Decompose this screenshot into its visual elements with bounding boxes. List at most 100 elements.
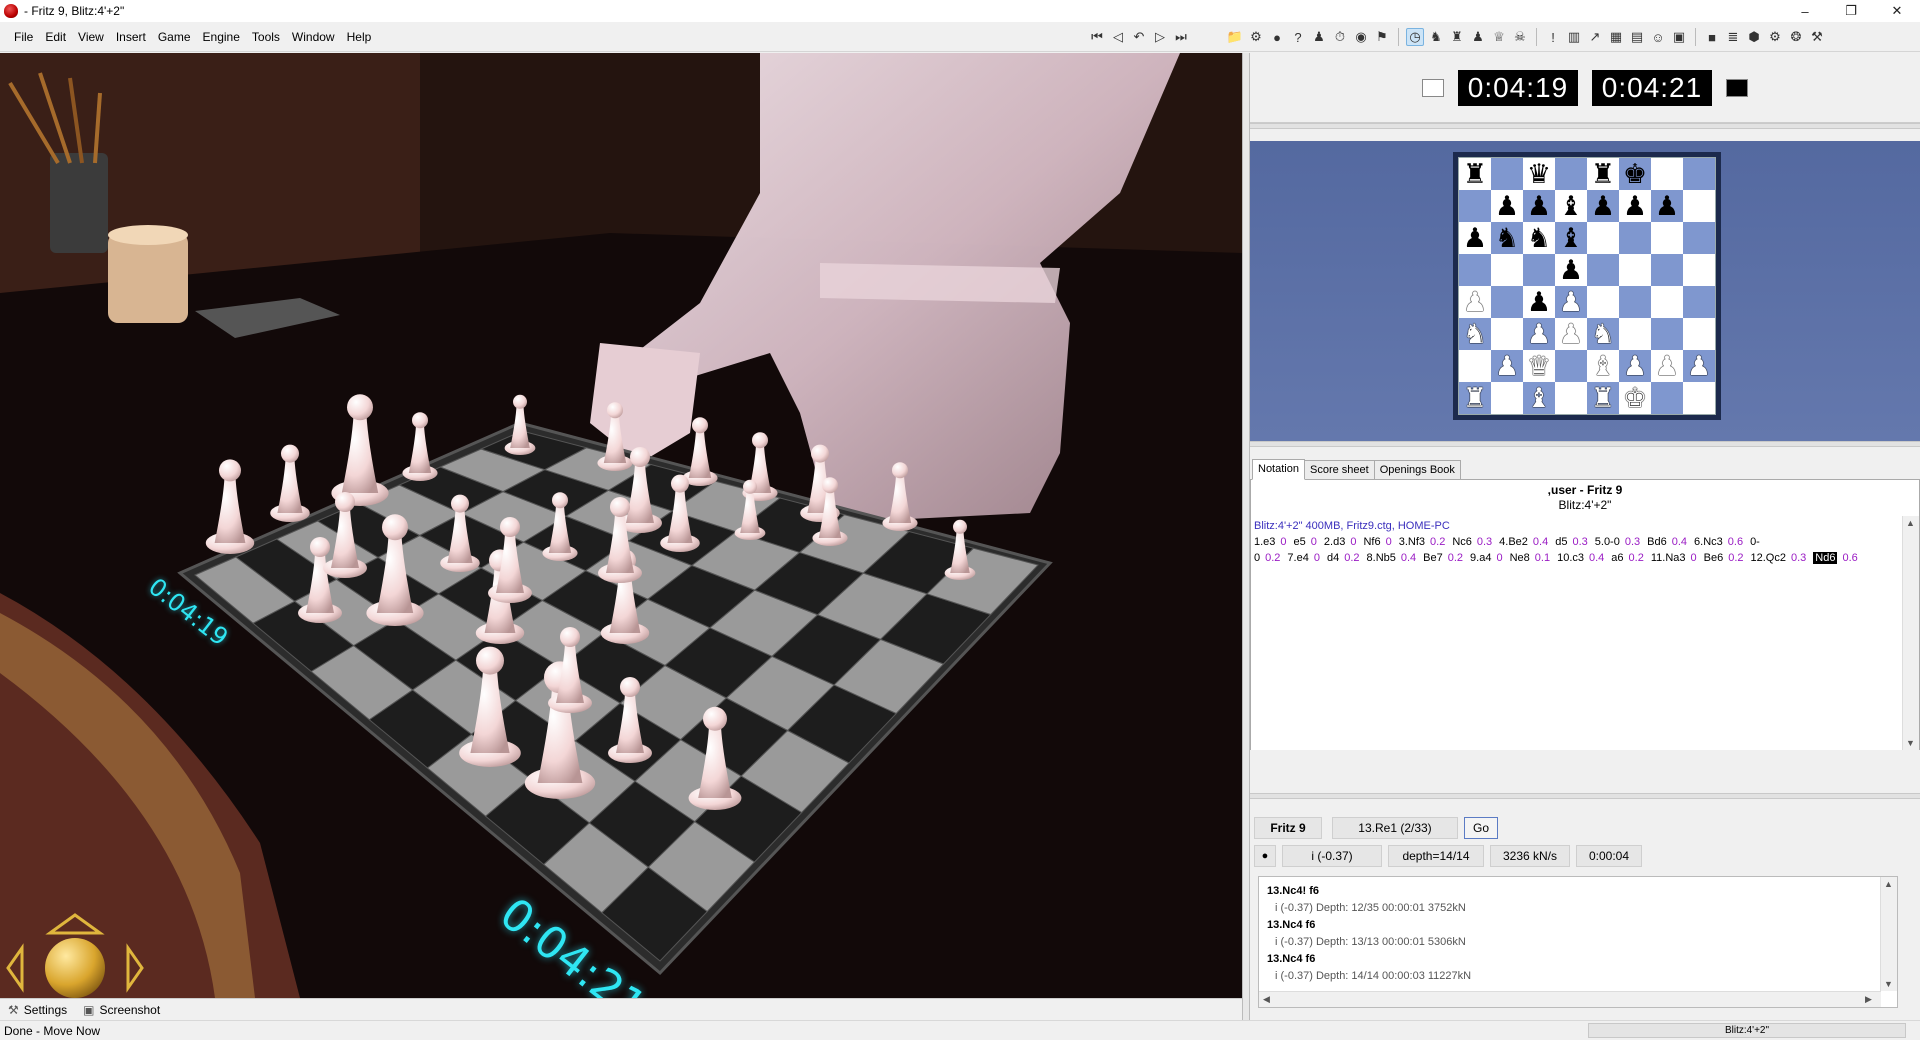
3d-board-view[interactable]: 0:04:19 0:04:21 — [0, 53, 1242, 998]
board-square[interactable] — [1651, 222, 1683, 254]
board-square[interactable]: ♝ — [1523, 382, 1555, 414]
board-square[interactable] — [1459, 190, 1491, 222]
board-square[interactable]: ♜ — [1459, 382, 1491, 414]
black-knight-icon[interactable]: ♞ — [1495, 225, 1519, 252]
scroll-up-icon[interactable]: ▲ — [1884, 879, 1893, 889]
board-square[interactable] — [1619, 286, 1651, 318]
pieces-icon[interactable]: ♜ — [1448, 28, 1466, 46]
move[interactable]: 4.Be2 — [1499, 536, 1528, 548]
fritz-app-icon[interactable] — [4, 4, 18, 18]
black-king-icon[interactable]: ♚ — [1623, 161, 1647, 188]
board-square[interactable] — [1651, 382, 1683, 414]
board-square[interactable] — [1683, 286, 1715, 318]
save-icon[interactable]: ■ — [1703, 28, 1721, 46]
board-square[interactable] — [1651, 158, 1683, 190]
black-rook-icon[interactable]: ♜ — [1591, 161, 1615, 188]
menu-view[interactable]: View — [72, 22, 110, 52]
wrench-icon[interactable]: ⚒ — [1808, 28, 1826, 46]
white-king-icon[interactable]: ♚ — [1623, 385, 1647, 412]
board-square[interactable]: ♚ — [1619, 158, 1651, 190]
engine-line-move[interactable]: 13.Nc4 f6 — [1267, 951, 1889, 968]
board-square[interactable]: ♝ — [1555, 222, 1587, 254]
engine-hscrollbar[interactable]: ◀ ▶ — [1259, 991, 1881, 1007]
board-square[interactable]: ♟ — [1651, 350, 1683, 382]
board-square[interactable] — [1491, 286, 1523, 318]
question-icon[interactable]: ? — [1289, 28, 1307, 46]
resize-grip[interactable] — [1250, 793, 1920, 799]
black-rook-icon[interactable]: ♜ — [1463, 161, 1487, 188]
board-square[interactable] — [1523, 254, 1555, 286]
black-queen-icon[interactable]: ♛ — [1527, 161, 1551, 188]
board-square[interactable] — [1555, 350, 1587, 382]
move[interactable]: Nc6 — [1452, 536, 1472, 548]
black-pawn-icon[interactable]: ♟ — [1495, 193, 1519, 220]
board-square[interactable]: ♜ — [1587, 158, 1619, 190]
notation-scrollbar[interactable]: ▲ ▼ — [1902, 516, 1919, 750]
board-square[interactable]: ♟ — [1683, 350, 1715, 382]
menu-file[interactable]: File — [0, 22, 39, 52]
black-pawn-icon[interactable]: ♟ — [1655, 193, 1679, 220]
black-pawn-icon[interactable]: ♟ — [1463, 225, 1487, 252]
pawn-icon[interactable]: ♟ — [1469, 28, 1487, 46]
board-square[interactable] — [1587, 254, 1619, 286]
white-queen-icon[interactable]: ♛ — [1527, 353, 1551, 380]
move[interactable]: 12.Qc2 — [1751, 552, 1786, 564]
white-pawn-icon[interactable]: ♟ — [1527, 321, 1551, 348]
player-icon[interactable]: ♟ — [1310, 28, 1328, 46]
board-square[interactable] — [1619, 254, 1651, 286]
board-square[interactable] — [1683, 222, 1715, 254]
engine-line-move[interactable]: 13.Nc4! f6 — [1267, 883, 1889, 900]
go-button[interactable]: Go — [1464, 817, 1498, 839]
board-square[interactable]: ♞ — [1459, 318, 1491, 350]
board-square[interactable] — [1619, 222, 1651, 254]
board-square[interactable]: ♟ — [1523, 286, 1555, 318]
engine-vscrollbar[interactable]: ▲ ▼ — [1880, 877, 1897, 991]
board-square[interactable] — [1683, 254, 1715, 286]
window-layout-icon[interactable]: ▤ — [1628, 28, 1646, 46]
black-pawn-icon[interactable]: ♟ — [1527, 289, 1551, 316]
bug-icon[interactable]: ❂ — [1787, 28, 1805, 46]
board-square[interactable]: ♜ — [1587, 382, 1619, 414]
engine-toggle-button[interactable]: ● — [1254, 845, 1276, 867]
move[interactable]: Nd6 — [1813, 552, 1838, 564]
engine-name[interactable]: Fritz 9 — [1254, 817, 1322, 839]
board-square[interactable]: ♟ — [1459, 286, 1491, 318]
menu-engine[interactable]: Engine — [197, 22, 246, 52]
board-square[interactable]: ♟ — [1555, 318, 1587, 350]
white-pawn-icon[interactable]: ♟ — [1655, 353, 1679, 380]
board-square[interactable]: ♟ — [1651, 190, 1683, 222]
clock-mode-icon[interactable]: ◷ — [1406, 28, 1424, 46]
board-square[interactable] — [1491, 158, 1523, 190]
white-knight-icon[interactable]: ♞ — [1591, 321, 1615, 348]
white-pawn-icon[interactable]: ♟ — [1623, 353, 1647, 380]
user-icon[interactable]: ☺ — [1649, 28, 1667, 46]
hint-icon[interactable]: ● — [1268, 28, 1286, 46]
settings-icon[interactable]: ⚙ — [1766, 28, 1784, 46]
board-square[interactable]: ♟ — [1459, 222, 1491, 254]
menu-game[interactable]: Game — [152, 22, 197, 52]
scroll-down-icon[interactable]: ▼ — [1906, 738, 1915, 748]
database-icon[interactable]: ▣ — [1670, 28, 1688, 46]
move[interactable]: Bd6 — [1647, 536, 1667, 548]
board-square[interactable]: ♟ — [1523, 190, 1555, 222]
board-square[interactable] — [1651, 254, 1683, 286]
board-square[interactable] — [1555, 382, 1587, 414]
board-square[interactable] — [1587, 222, 1619, 254]
black-bishop-icon[interactable]: ♝ — [1559, 193, 1583, 220]
board-square[interactable] — [1683, 190, 1715, 222]
board-square[interactable] — [1683, 318, 1715, 350]
board-square[interactable]: ♞ — [1491, 222, 1523, 254]
white-bishop-icon[interactable]: ♝ — [1591, 353, 1615, 380]
board-square[interactable] — [1459, 254, 1491, 286]
board-square[interactable] — [1491, 254, 1523, 286]
resize-grip[interactable] — [1250, 123, 1920, 129]
white-pawn-icon[interactable]: ♟ — [1559, 289, 1583, 316]
scroll-right-icon[interactable]: ▶ — [1865, 994, 1872, 1005]
board-square[interactable] — [1587, 286, 1619, 318]
board-square[interactable] — [1459, 350, 1491, 382]
board-square[interactable]: ♟ — [1555, 254, 1587, 286]
move[interactable]: 9.a4 — [1470, 552, 1491, 564]
scroll-up-icon[interactable]: ▲ — [1906, 518, 1915, 528]
timer-icon[interactable]: ⏱ — [1331, 28, 1349, 46]
black-pawn-icon[interactable]: ♟ — [1623, 193, 1647, 220]
